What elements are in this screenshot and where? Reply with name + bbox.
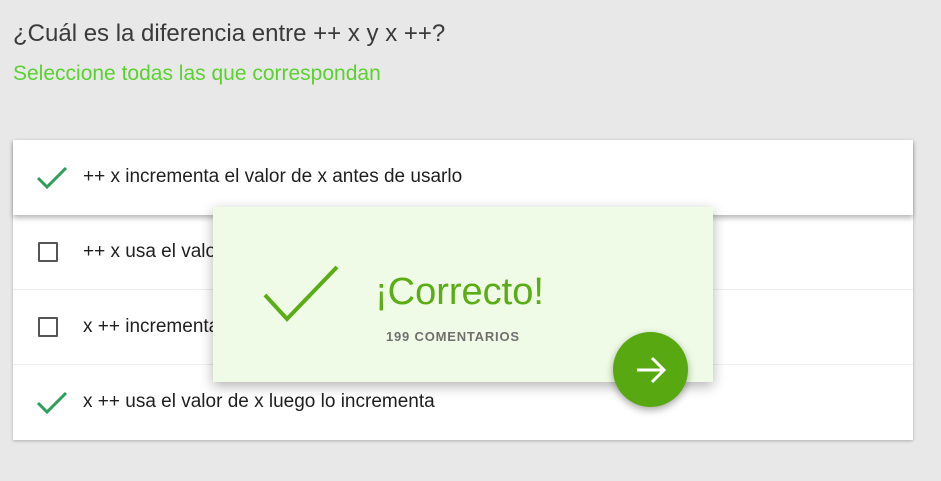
option-label: x ++ usa el valor de x luego lo incremen… [83,391,435,412]
comments-link[interactable]: 199 COMENTARIOS [386,329,520,344]
checkbox-icon[interactable] [38,317,58,337]
arrow-right-icon [636,356,666,383]
next-button[interactable] [613,332,688,407]
option-1[interactable]: ++ x incrementa el valor de x antes de u… [13,140,913,215]
feedback-title: ¡Correcto! [375,271,544,313]
question-title: ¿Cuál es la diferencia entre ++ x y x ++… [13,20,446,47]
question-subtitle: Seleccione todas las que correspondan [13,62,381,85]
check-icon [36,391,68,415]
check-icon [36,166,68,190]
checkbox-icon[interactable] [38,242,58,262]
option-label: ++ x incrementa el valor de x antes de u… [83,166,463,187]
check-icon [263,265,339,322]
